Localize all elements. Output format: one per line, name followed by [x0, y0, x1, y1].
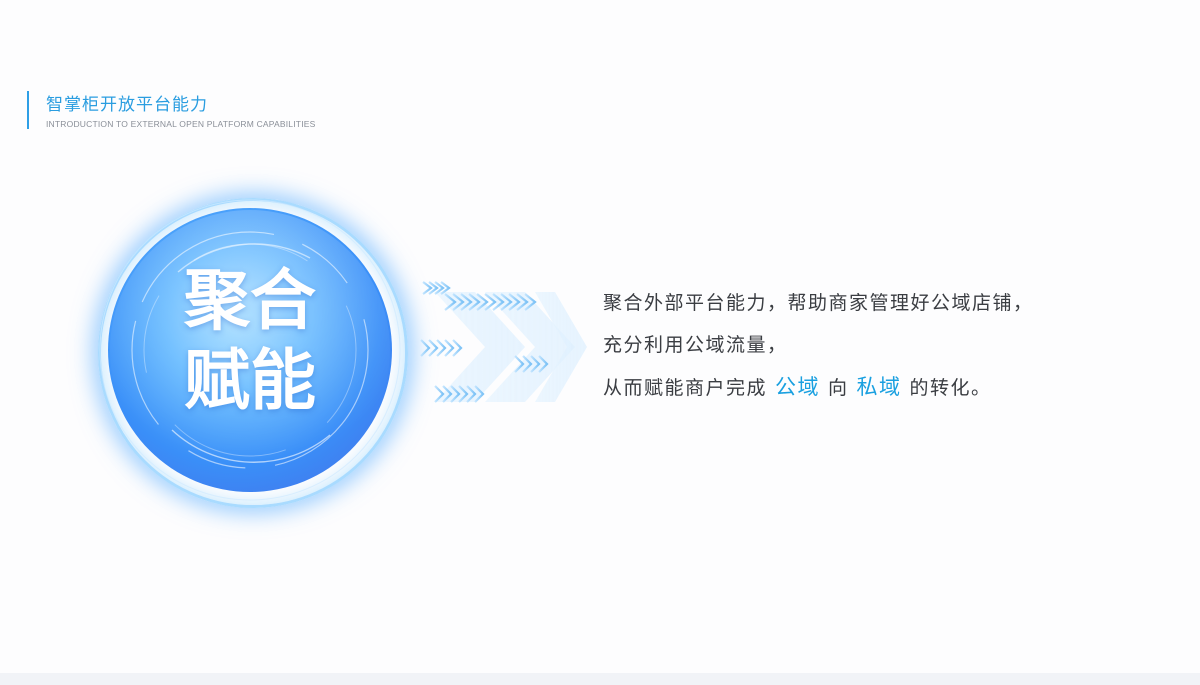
highlight-private-domain: 私域 [856, 375, 902, 399]
slide: 智掌柜开放平台能力 INTRODUCTION TO EXTERNAL OPEN … [0, 0, 1200, 685]
description-line-2: 充分利用公域流量， [603, 334, 788, 356]
orb-label-line2: 赋能 [184, 342, 316, 419]
description-line-1: 聚合外部平台能力，帮助商家管理好公域店铺， [603, 292, 1034, 314]
page-subtitle: INTRODUCTION TO EXTERNAL OPEN PLATFORM C… [46, 119, 316, 129]
description-line-3: 从而赋能商户完成 公域向私域 的转化。 [603, 366, 1034, 408]
page-title: 智掌柜开放平台能力 [46, 95, 208, 115]
description-line-3-middle: 向 [828, 377, 849, 399]
highlight-public-domain: 公域 [775, 375, 821, 399]
description-line-3-prefix: 从而赋能商户完成 [603, 377, 768, 399]
chevron-arrows-icon [420, 281, 587, 403]
glowing-orb-icon: 聚合 赋能 [80, 180, 420, 520]
description-text: 聚合外部平台能力，帮助商家管理好公域店铺， 充分利用公域流量， 从而赋能商户完成… [603, 282, 1034, 408]
footer-band [0, 673, 1200, 685]
orb-label: 聚合 赋能 [80, 180, 420, 520]
header-accent-bar [27, 91, 29, 129]
orb-label-line1: 聚合 [184, 262, 316, 339]
description-line-3-suffix: 的转化。 [909, 377, 992, 399]
